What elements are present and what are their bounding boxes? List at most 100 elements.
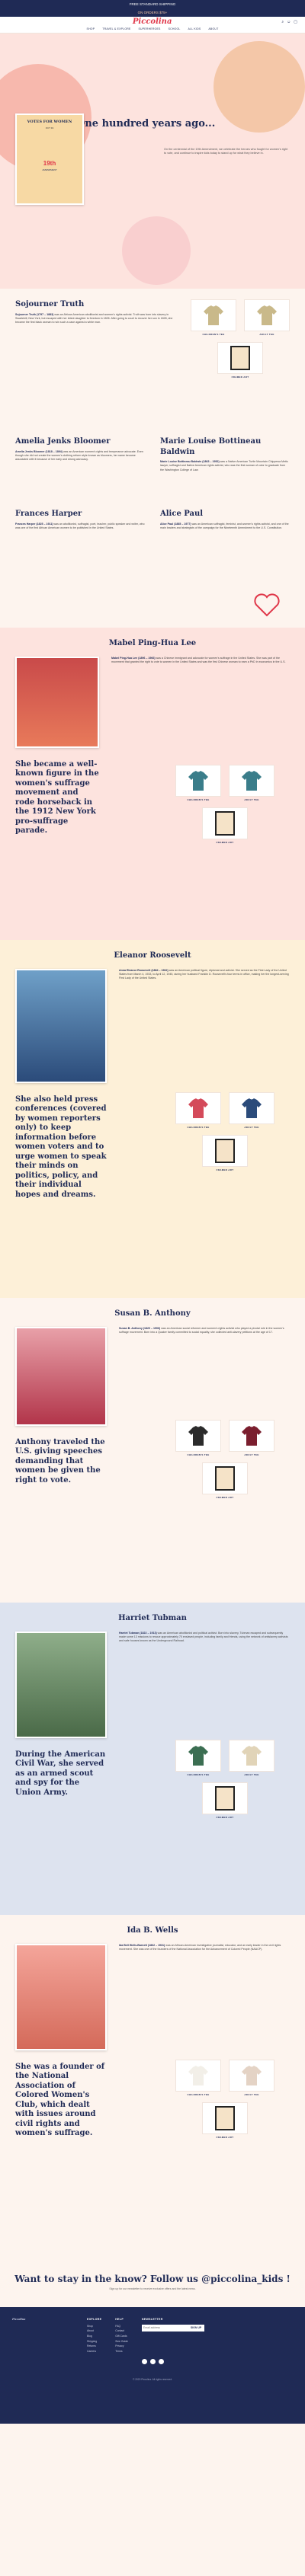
footer-link[interactable]: Careers [87,2350,101,2354]
product-label[interactable]: CHILDREN'S TEE [175,798,221,801]
product-card[interactable]: CHILDREN'S TEE [175,1420,221,1456]
product-card[interactable]: CHILDREN'S TEE [175,1740,221,1776]
product-label[interactable]: ADULT TEE [229,798,274,801]
product-image[interactable] [217,342,263,375]
footer-link[interactable]: Shop [87,2325,101,2328]
instagram-icon[interactable] [149,2359,156,2365]
footer-link[interactable]: Returns [87,2344,101,2348]
product-image[interactable] [175,765,221,797]
product-label[interactable]: CHILDREN'S TEE [175,1773,221,1776]
footer-link[interactable]: Privacy [115,2344,128,2348]
product-label[interactable]: CHILDREN'S TEE [175,1126,221,1129]
product-image[interactable] [202,1782,248,1815]
footer-link[interactable]: Size Guide [115,2340,128,2344]
product-label[interactable]: ADULT TEE [229,2093,274,2096]
site-header: Piccolina ⌕ ☺ ▢ SHOP TRAVEL & EXPLORE SU… [0,17,305,34]
hero-title: One hundred years ago... [76,118,216,129]
product-card[interactable]: CHILDREN'S TEE [191,299,236,336]
site-logo[interactable]: Piccolina [133,17,172,27]
product-card[interactable]: CHILDREN'S TEE [175,1092,221,1129]
product-card[interactable]: ADULT TEE [229,1092,274,1129]
person-name: Sojourner Truth [15,300,85,308]
product-label[interactable]: ADULT TEE [229,1453,274,1456]
product-image[interactable] [229,1092,274,1124]
product-label[interactable]: FRAMED ART [175,1496,274,1499]
product-image[interactable] [229,1740,274,1772]
section-sojourner-truth: Sojourner Truth Sojourner Truth (1797 – … [0,289,305,426]
product-label[interactable]: FRAMED ART [175,1816,274,1819]
product-image[interactable] [229,765,274,797]
product-card[interactable]: ADULT TEE [229,2060,274,2096]
footer-link[interactable]: Terms [115,2350,128,2354]
frame-icon [215,811,235,836]
footer-logo[interactable]: Piccolina [12,2318,73,2322]
nav-item-travel[interactable]: TRAVEL & EXPLORE [102,27,130,31]
product-card[interactable]: ADULT TEE [229,1420,274,1456]
section-harper-paul: Frances Harper Frances Harper (1825 – 19… [0,498,305,628]
frame-icon [215,1786,235,1811]
footer-col-title: EXPLORE [87,2318,102,2321]
product-image[interactable] [202,1135,248,1168]
product-image[interactable] [229,1420,274,1452]
product-card[interactable]: ADULT TEE [244,299,290,336]
product-card[interactable]: FRAMED ART [175,2102,274,2139]
nav-item-about[interactable]: ABOUT [208,27,218,31]
product-image[interactable] [202,2102,248,2135]
product-image[interactable] [175,1092,221,1124]
product-image[interactable] [175,2060,221,2092]
person-name: Eleanor Roosevelt [114,951,191,960]
product-label[interactable]: CHILDREN'S TEE [191,333,236,336]
product-card[interactable]: ADULT TEE [229,1740,274,1776]
frame-icon [215,2106,235,2131]
bag-icon[interactable]: ▢ [294,20,297,25]
product-image[interactable] [175,1740,221,1772]
hero-intro-text: On the centennial of the 19th Amendment,… [164,148,288,155]
nav-item-superheroes[interactable]: SUPERHEROES [139,27,161,31]
footer-link[interactable]: About [87,2329,101,2333]
email-field[interactable] [141,2324,188,2332]
user-icon[interactable]: ☺ [287,20,291,25]
product-image[interactable] [202,807,248,840]
product-image[interactable] [229,2060,274,2092]
product-card[interactable]: FRAMED ART [175,1462,274,1499]
footer-link[interactable]: Contact [115,2329,128,2333]
product-card[interactable]: FRAMED ART [175,1782,274,1819]
pinterest-icon[interactable] [158,2359,164,2365]
product-card[interactable]: FRAMED ART [175,1135,274,1171]
facebook-icon[interactable] [141,2359,147,2365]
product-label[interactable]: FRAMED ART [191,376,290,379]
product-label[interactable]: FRAMED ART [175,1168,274,1171]
footer-link[interactable]: Gift Cards [115,2335,128,2338]
product-card[interactable]: ADULT TEE [229,765,274,801]
product-label[interactable]: ADULT TEE [229,1773,274,1776]
product-image[interactable] [175,1420,221,1452]
product-label[interactable]: CHILDREN'S TEE [175,2093,221,2096]
nav-item-school[interactable]: SCHOOL [169,27,181,31]
footer-link[interactable]: Blog [87,2335,101,2338]
product-card[interactable]: FRAMED ART [191,342,290,379]
product-card[interactable]: CHILDREN'S TEE [175,765,221,801]
product-label[interactable]: FRAMED ART [175,841,274,844]
footer-col-help: HELP FAQ Contact Gift Cards Size Guide P… [115,2318,128,2354]
nav-item-shop[interactable]: SHOP [87,27,95,31]
product-grid: CHILDREN'S TEE ADULT TEE FRAMED ART [175,2060,274,2139]
product-image[interactable] [244,299,290,331]
footer-link[interactable]: FAQ [115,2325,128,2328]
person-quote: Anthony traveled the U.S. giving speeche… [15,1437,105,1485]
signup-button[interactable]: SIGN UP [187,2324,205,2332]
product-label[interactable]: ADULT TEE [229,1126,274,1129]
product-label[interactable]: FRAMED ART [175,2136,274,2139]
product-card[interactable]: FRAMED ART [175,807,274,844]
product-card[interactable]: CHILDREN'S TEE [175,2060,221,2096]
section-ida-b-wells: Ida B. Wells She was a founder of the Na… [0,1915,305,2265]
person-quote: She became a well-known figure in the wo… [15,759,99,836]
product-label[interactable]: ADULT TEE [244,333,290,336]
product-image[interactable] [202,1462,248,1495]
nav-item-all-kids[interactable]: ALL KIDS [188,27,201,31]
hero-poster: VOTES FOR WOMEN OCT 19 19th AMENDMENT [15,113,84,205]
person-quote: She also held press conferences (covered… [15,1095,107,1199]
search-icon[interactable]: ⌕ [281,20,284,25]
footer-link[interactable]: Shipping [87,2340,101,2344]
product-image[interactable] [191,299,236,331]
product-label[interactable]: CHILDREN'S TEE [175,1453,221,1456]
